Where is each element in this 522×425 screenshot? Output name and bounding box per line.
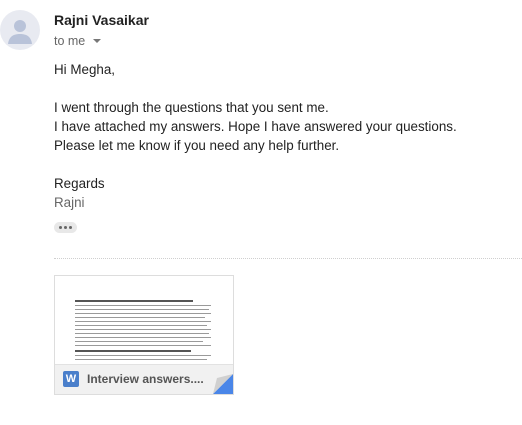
file-corner-icon xyxy=(213,374,233,394)
signature: Rajni xyxy=(54,195,85,210)
attachment-footer[interactable]: W Interview answers.... xyxy=(55,364,233,394)
email-message: Rajni Vasaikar to me Hi Megha, I went th… xyxy=(0,0,522,425)
caret-down-icon[interactable] xyxy=(93,39,102,43)
body-line: I went through the questions that you se… xyxy=(54,100,329,115)
avatar[interactable] xyxy=(0,10,40,50)
closing: Regards xyxy=(54,176,105,191)
recipient-label: to me xyxy=(54,34,86,48)
attachment-card[interactable]: W Interview answers.... xyxy=(54,275,234,395)
attachments-divider xyxy=(54,258,522,259)
body-line: I have attached my answers. Hope I have … xyxy=(54,119,457,134)
message-body: Hi Megha, I went through the questions t… xyxy=(54,60,514,212)
recipient-dropdown[interactable]: to me xyxy=(54,32,102,50)
body-line: Please let me know if you need any help … xyxy=(54,138,340,153)
attachment-preview[interactable] xyxy=(55,276,233,364)
sender-name[interactable]: Rajni Vasaikar xyxy=(54,12,149,28)
person-icon xyxy=(8,20,32,44)
greeting: Hi Megha, xyxy=(54,62,116,77)
attachment-file-name[interactable]: Interview answers.... xyxy=(87,372,204,386)
show-trimmed-content-button[interactable] xyxy=(54,222,77,233)
word-doc-icon: W xyxy=(63,371,79,387)
ellipsis-icon xyxy=(59,226,62,229)
